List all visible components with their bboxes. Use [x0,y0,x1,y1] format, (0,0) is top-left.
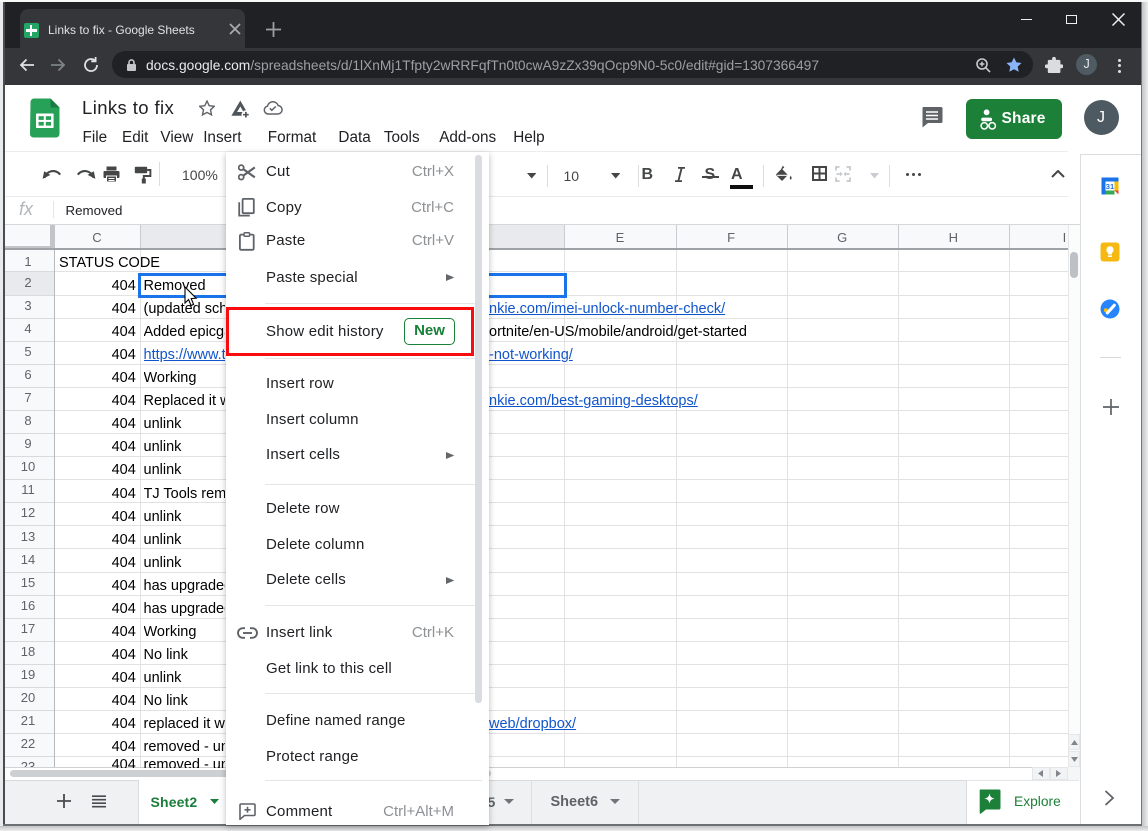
svg-text:31: 31 [1106,182,1115,191]
